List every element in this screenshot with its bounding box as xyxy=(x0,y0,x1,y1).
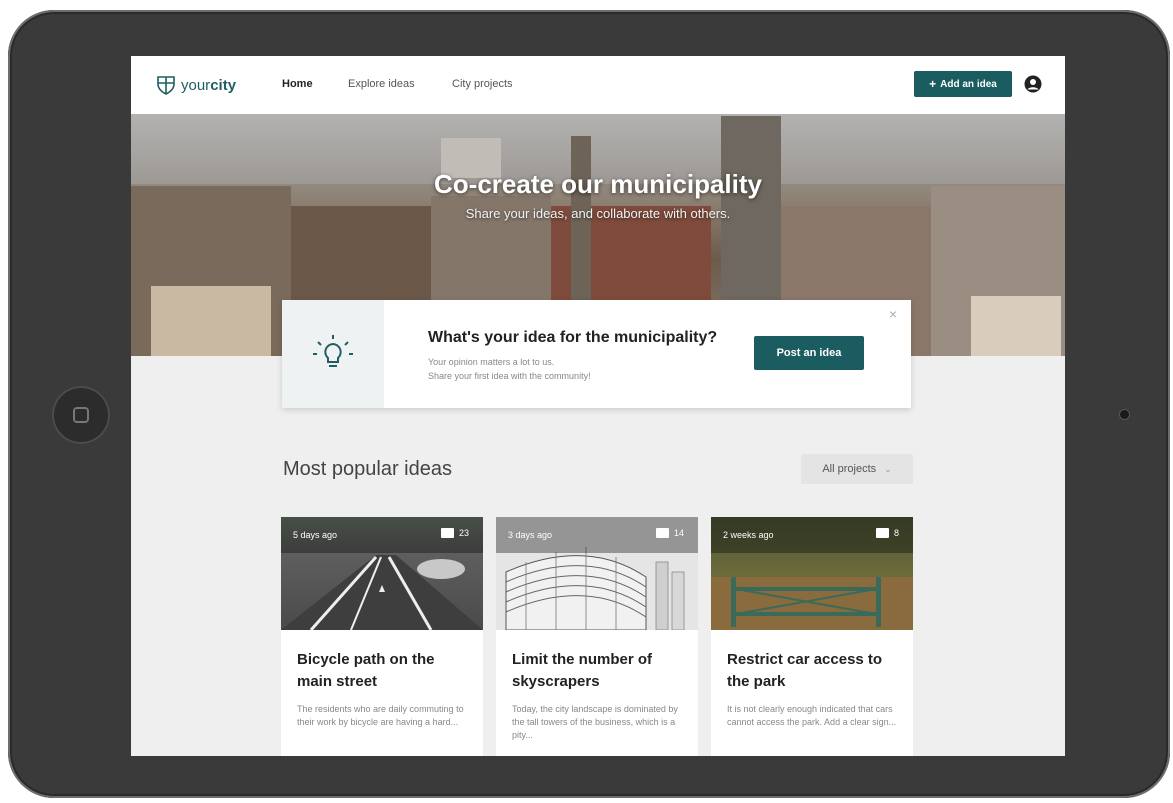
idea-time: 2 weeks ago xyxy=(723,530,774,540)
close-icon[interactable]: × xyxy=(889,306,897,322)
comment-count: 14 xyxy=(655,528,684,538)
add-idea-label: Add an idea xyxy=(940,78,997,90)
idea-description: Today, the city landscape is dominated b… xyxy=(512,704,678,740)
nav-explore-ideas[interactable]: Explore ideas xyxy=(348,78,415,90)
logo-text-light: your xyxy=(181,76,211,94)
section-title: Most popular ideas xyxy=(283,458,452,480)
comment-count-value: 23 xyxy=(458,528,469,538)
callout-icon-panel xyxy=(282,300,384,408)
comment-count-value: 8 xyxy=(893,528,899,538)
top-navbar: your city Home Explore ideas City project… xyxy=(131,56,1065,114)
plus-icon: + xyxy=(929,77,937,91)
post-idea-button[interactable]: Post an idea xyxy=(754,336,864,370)
callout-title: What's your idea for the municipality? xyxy=(428,329,718,346)
shield-logo-icon xyxy=(157,76,175,95)
home-hardware-button[interactable] xyxy=(52,386,110,444)
nav-city-projects[interactable]: City projects xyxy=(452,78,513,90)
comment-icon xyxy=(655,528,669,538)
idea-image: 2 weeks ago 8 xyxy=(711,517,913,630)
idea-card[interactable]: 3 days ago 14 Limit the number of skyscr… xyxy=(496,517,698,756)
callout-subtext: Your opinion matters a lot to us. Share … xyxy=(428,355,591,383)
idea-callout-card: What's your idea for the municipality? Y… xyxy=(282,300,911,408)
callout-line1: Your opinion matters a lot to us. xyxy=(428,357,555,367)
camera-icon xyxy=(1120,410,1129,419)
user-account-icon[interactable] xyxy=(1024,75,1042,93)
comment-icon xyxy=(875,528,889,538)
idea-card[interactable]: 5 days ago 23 Bicycle path on the main s… xyxy=(281,517,483,756)
idea-image: 5 days ago 23 xyxy=(281,517,483,630)
filter-label: All projects xyxy=(822,463,877,475)
nav-home[interactable]: Home xyxy=(282,78,313,90)
idea-image: 3 days ago 14 xyxy=(496,517,698,630)
idea-time: 3 days ago xyxy=(508,530,553,540)
hero-title: Co-create our municipality xyxy=(434,169,762,199)
logo[interactable]: your city xyxy=(157,75,236,95)
idea-time: 5 days ago xyxy=(293,530,338,540)
chevron-down-icon: ⌄ xyxy=(884,463,892,474)
idea-description: It is not clearly enough indicated that … xyxy=(727,704,897,727)
add-idea-button[interactable]: + Add an idea xyxy=(914,71,1012,97)
comment-count: 23 xyxy=(440,528,469,538)
comment-count: 8 xyxy=(875,528,899,538)
lightbulb-icon xyxy=(313,335,353,367)
app-screen: your city Home Explore ideas City project… xyxy=(131,56,1065,756)
comment-icon xyxy=(440,528,454,538)
comment-count-value: 14 xyxy=(673,528,684,538)
callout-line2: Share your first idea with the community… xyxy=(428,371,591,381)
logo-text-bold: city xyxy=(210,76,237,94)
project-filter-dropdown[interactable]: All projects ⌄ xyxy=(801,454,913,484)
idea-card[interactable]: 2 weeks ago 8 Restrict car access to the… xyxy=(711,517,913,756)
idea-title: Bicycle path on the main street xyxy=(297,651,435,690)
hero-subtitle: Share your ideas, and collaborate with o… xyxy=(465,206,731,221)
idea-title: Limit the number of skyscrapers xyxy=(512,651,652,690)
idea-description: The residents who are daily commuting to… xyxy=(297,704,464,727)
idea-title: Restrict car access to the park xyxy=(727,651,883,690)
